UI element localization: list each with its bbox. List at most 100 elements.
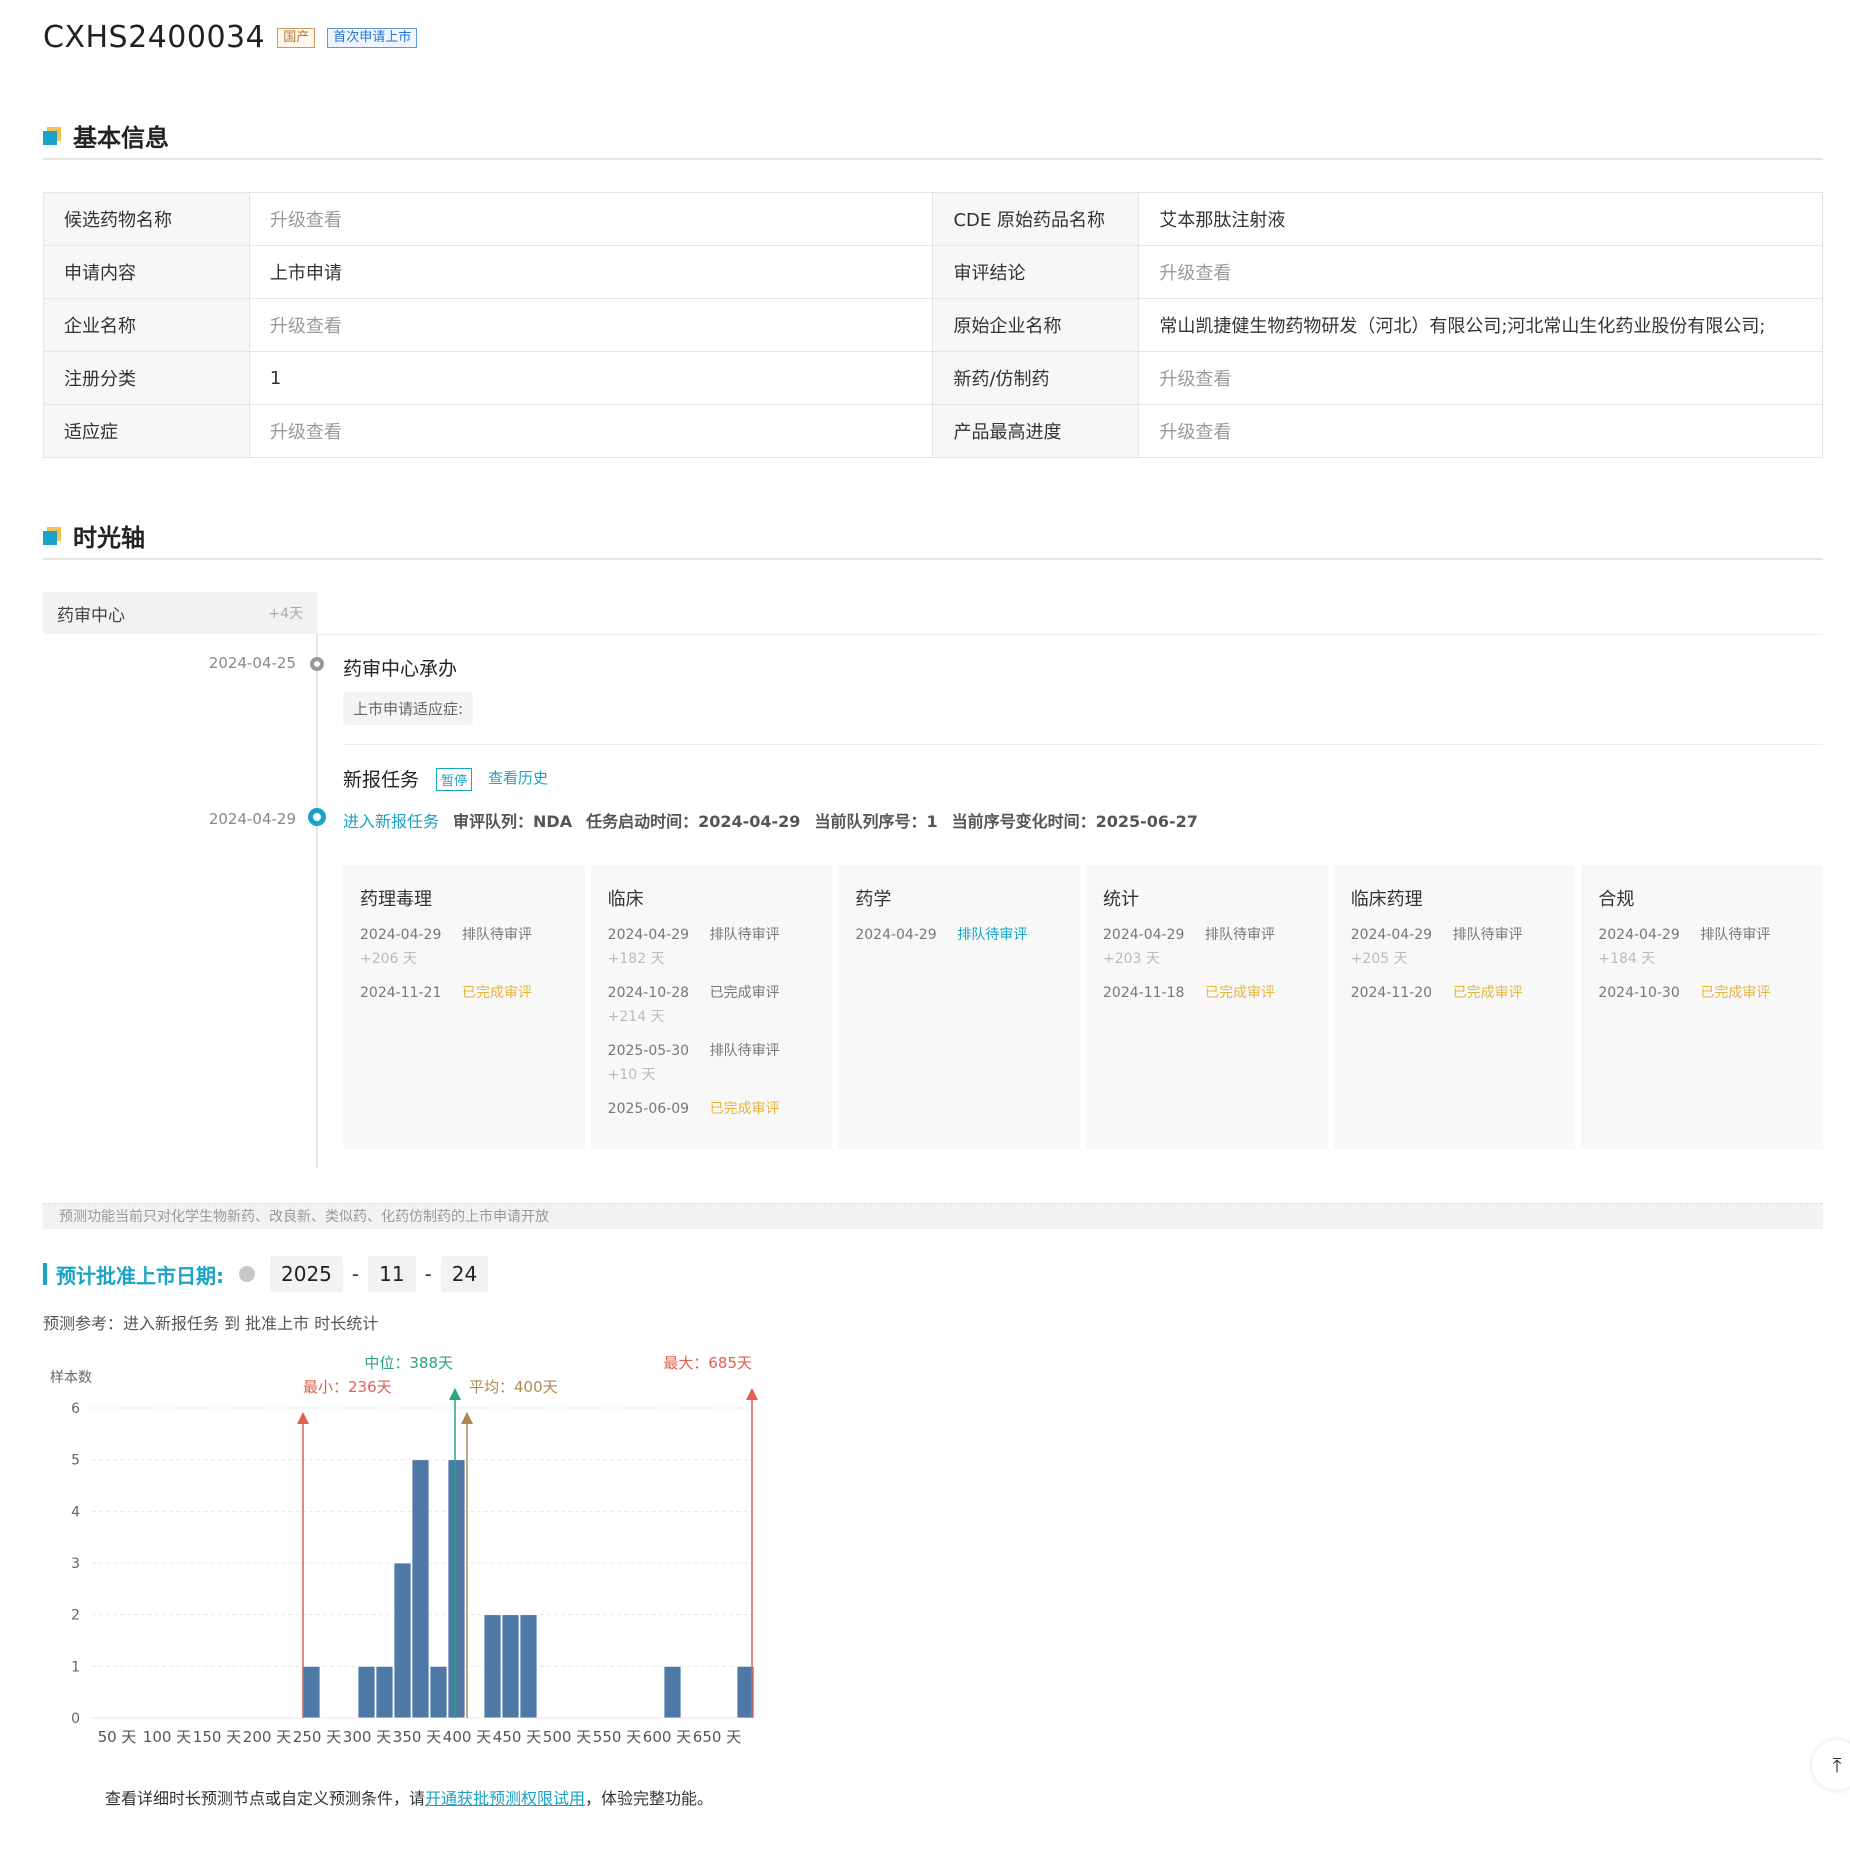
entry-status: 排队待审评	[1205, 927, 1276, 943]
histogram-bar	[519, 1614, 538, 1719]
discipline-card: 药理毒理 2024-04-29 排队待审评 +206 天 2024-11-21 已完成审评	[343, 865, 585, 1149]
x-tick-label: 400 天	[443, 1728, 491, 1746]
info-label: 企业名称	[43, 298, 250, 352]
review-entry: 2024-04-29 排队待审评	[1598, 923, 1806, 947]
discipline-title: 药学	[855, 889, 892, 910]
entry-date: 2024-04-29	[607, 927, 690, 943]
marker-arrow-icon	[461, 1412, 473, 1424]
view-history-link[interactable]: 查看历史	[488, 767, 548, 788]
review-entry: 2024-04-29 排队待审评	[360, 923, 568, 947]
entry-date: 2024-11-20	[1350, 985, 1433, 1001]
event-title: 新报任务	[343, 769, 420, 791]
footer-text: ，体验完整功能。	[585, 1789, 714, 1808]
upgrade-footer: 查看详细时长预测节点或自定义预测条件，请开通获批预测权限试用，体验完整功能。	[105, 1785, 713, 1809]
info-label: 新药/仿制药	[932, 351, 1140, 405]
arrow-up-to-line-icon: ⤒	[1832, 1753, 1842, 1777]
entry-duration: +205 天	[1350, 951, 1408, 967]
review-entry: 2024-10-28 已完成审评	[608, 981, 816, 1005]
accent-bar	[43, 1263, 47, 1285]
y-tick-label: 6	[71, 1401, 80, 1417]
marker-arrow-icon	[297, 1412, 309, 1424]
entry-status: 已完成审评	[709, 1101, 780, 1117]
x-tick-label: 550 天	[593, 1728, 641, 1746]
discipline-title: 临床	[607, 889, 644, 910]
entry-duration: +214 天	[607, 1009, 665, 1025]
queue-number: 当前队列序号：1	[814, 812, 938, 831]
y-tick-label: 0	[71, 1711, 80, 1727]
histogram-bar	[663, 1665, 682, 1719]
x-tick-label: 200 天	[243, 1728, 291, 1746]
org-name: 药审中心	[57, 605, 125, 626]
discipline-title: 临床药理	[1350, 889, 1423, 910]
discipline-title: 药理毒理	[360, 889, 432, 910]
x-tick-label: 100 天	[143, 1728, 191, 1746]
histogram-bar	[447, 1459, 466, 1719]
info-value[interactable]: 升级查看	[1138, 351, 1823, 405]
review-entry: 2025-05-30 排队待审评	[608, 1039, 816, 1063]
duration-histogram: 样本数012345650 天 100 天 150 天 200 天 250 天 300 天3…	[50, 1354, 758, 1746]
org-days: +4天	[268, 606, 303, 622]
histogram-bar	[375, 1665, 394, 1719]
discipline-card: 统计 2024-04-29 排队待审评 +203 天 2024-11-18 已完成审评	[1086, 865, 1328, 1149]
status-dot-icon	[239, 1266, 255, 1282]
predicted-month: 11	[368, 1256, 416, 1292]
x-tick-label: 50 天	[98, 1728, 137, 1746]
enter-task-link[interactable]: 进入新报任务	[343, 808, 439, 832]
entry-status: 排队待审评	[709, 927, 780, 943]
info-value[interactable]: 升级查看	[248, 192, 934, 246]
first-application-tag: 首次申请上市	[327, 27, 418, 48]
entry-duration: +203 天	[1103, 951, 1160, 967]
x-tick-label: 250 天	[293, 1728, 341, 1746]
sequence-change-time: 当前序号变化时间：2025-06-27	[951, 812, 1198, 831]
info-value: 上市申请	[248, 245, 934, 299]
entry-status: 已完成审评	[1205, 985, 1276, 1001]
predicted-date-label: 预计批准上市日期:	[56, 1263, 224, 1288]
timeline-title: 时光轴	[73, 524, 145, 552]
y-tick-label: 4	[71, 1504, 80, 1520]
task-start-time: 任务启动时间：2024-04-29	[586, 812, 801, 831]
footer-text: 查看详细时长预测节点或自定义预测条件，请	[105, 1789, 426, 1808]
review-entry: 2024-04-29 排队待审评	[1103, 923, 1311, 947]
review-entry: 2024-11-21 已完成审评	[360, 981, 568, 1005]
indication-box: 上市申请适应症:	[343, 692, 474, 725]
predicted-date-row: 预计批准上市日期: 2025 - 11 - 24	[43, 1256, 489, 1292]
entry-status: 排队待审评	[462, 927, 532, 943]
marker-arrow-icon	[449, 1388, 461, 1400]
entry-date: 2024-04-29	[1103, 927, 1185, 943]
discipline-card: 临床 2024-04-29 排队待审评 +182 天 2024-10-28 已完成审评 +2…	[590, 865, 833, 1149]
info-value: 1	[248, 351, 934, 405]
discipline-title: 统计	[1103, 889, 1140, 910]
info-label: 原始企业名称	[932, 298, 1140, 352]
y-tick-label: 3	[71, 1556, 80, 1572]
section-divider	[43, 558, 1823, 560]
entry-status: 排队待审评	[1700, 927, 1771, 943]
info-value[interactable]: 升级查看	[1138, 245, 1823, 299]
trial-permission-link[interactable]: 开通获批预测权限试用	[425, 1789, 585, 1808]
histogram-bar	[501, 1614, 520, 1719]
marker-label: 中位：388天	[364, 1354, 453, 1372]
entry-date: 2025-05-30	[607, 1043, 690, 1059]
y-tick-label: 2	[71, 1608, 80, 1624]
back-to-top-button[interactable]: ⤒	[1812, 1740, 1850, 1790]
histogram-bar	[302, 1665, 321, 1719]
info-value[interactable]: 升级查看	[248, 298, 934, 352]
review-entry: 2025-06-09 已完成审评	[608, 1097, 816, 1121]
entry-duration: +206 天	[360, 951, 417, 967]
info-value: 艾本那肽注射液	[1138, 192, 1823, 246]
marker-label: 最大：685天	[663, 1354, 752, 1372]
page-header: CXHS2400034 国产 首次申请上市	[43, 20, 418, 55]
entry-duration: +182 天	[607, 951, 665, 967]
info-value[interactable]: 升级查看	[248, 404, 934, 458]
event-date: 2024-04-29	[208, 810, 296, 828]
entry-status: 已完成审评	[462, 985, 532, 1001]
info-value[interactable]: 升级查看	[1138, 404, 1823, 458]
pause-badge: 暂停	[436, 768, 473, 791]
entry-date: 2024-04-29	[855, 927, 937, 943]
entry-duration: +184 天	[1598, 951, 1656, 967]
y-tick-label: 1	[71, 1659, 80, 1675]
task-info-line: 进入新报任务 审评队列：NDA 任务启动时间：2024-04-29 当前队列序号…	[343, 808, 1198, 832]
entry-duration: +10 天	[607, 1067, 656, 1083]
review-entry: 2024-10-30 已完成审评	[1598, 981, 1806, 1005]
date-separator: -	[424, 1262, 432, 1286]
review-entry: 2024-04-29 排队待审评	[608, 923, 816, 947]
